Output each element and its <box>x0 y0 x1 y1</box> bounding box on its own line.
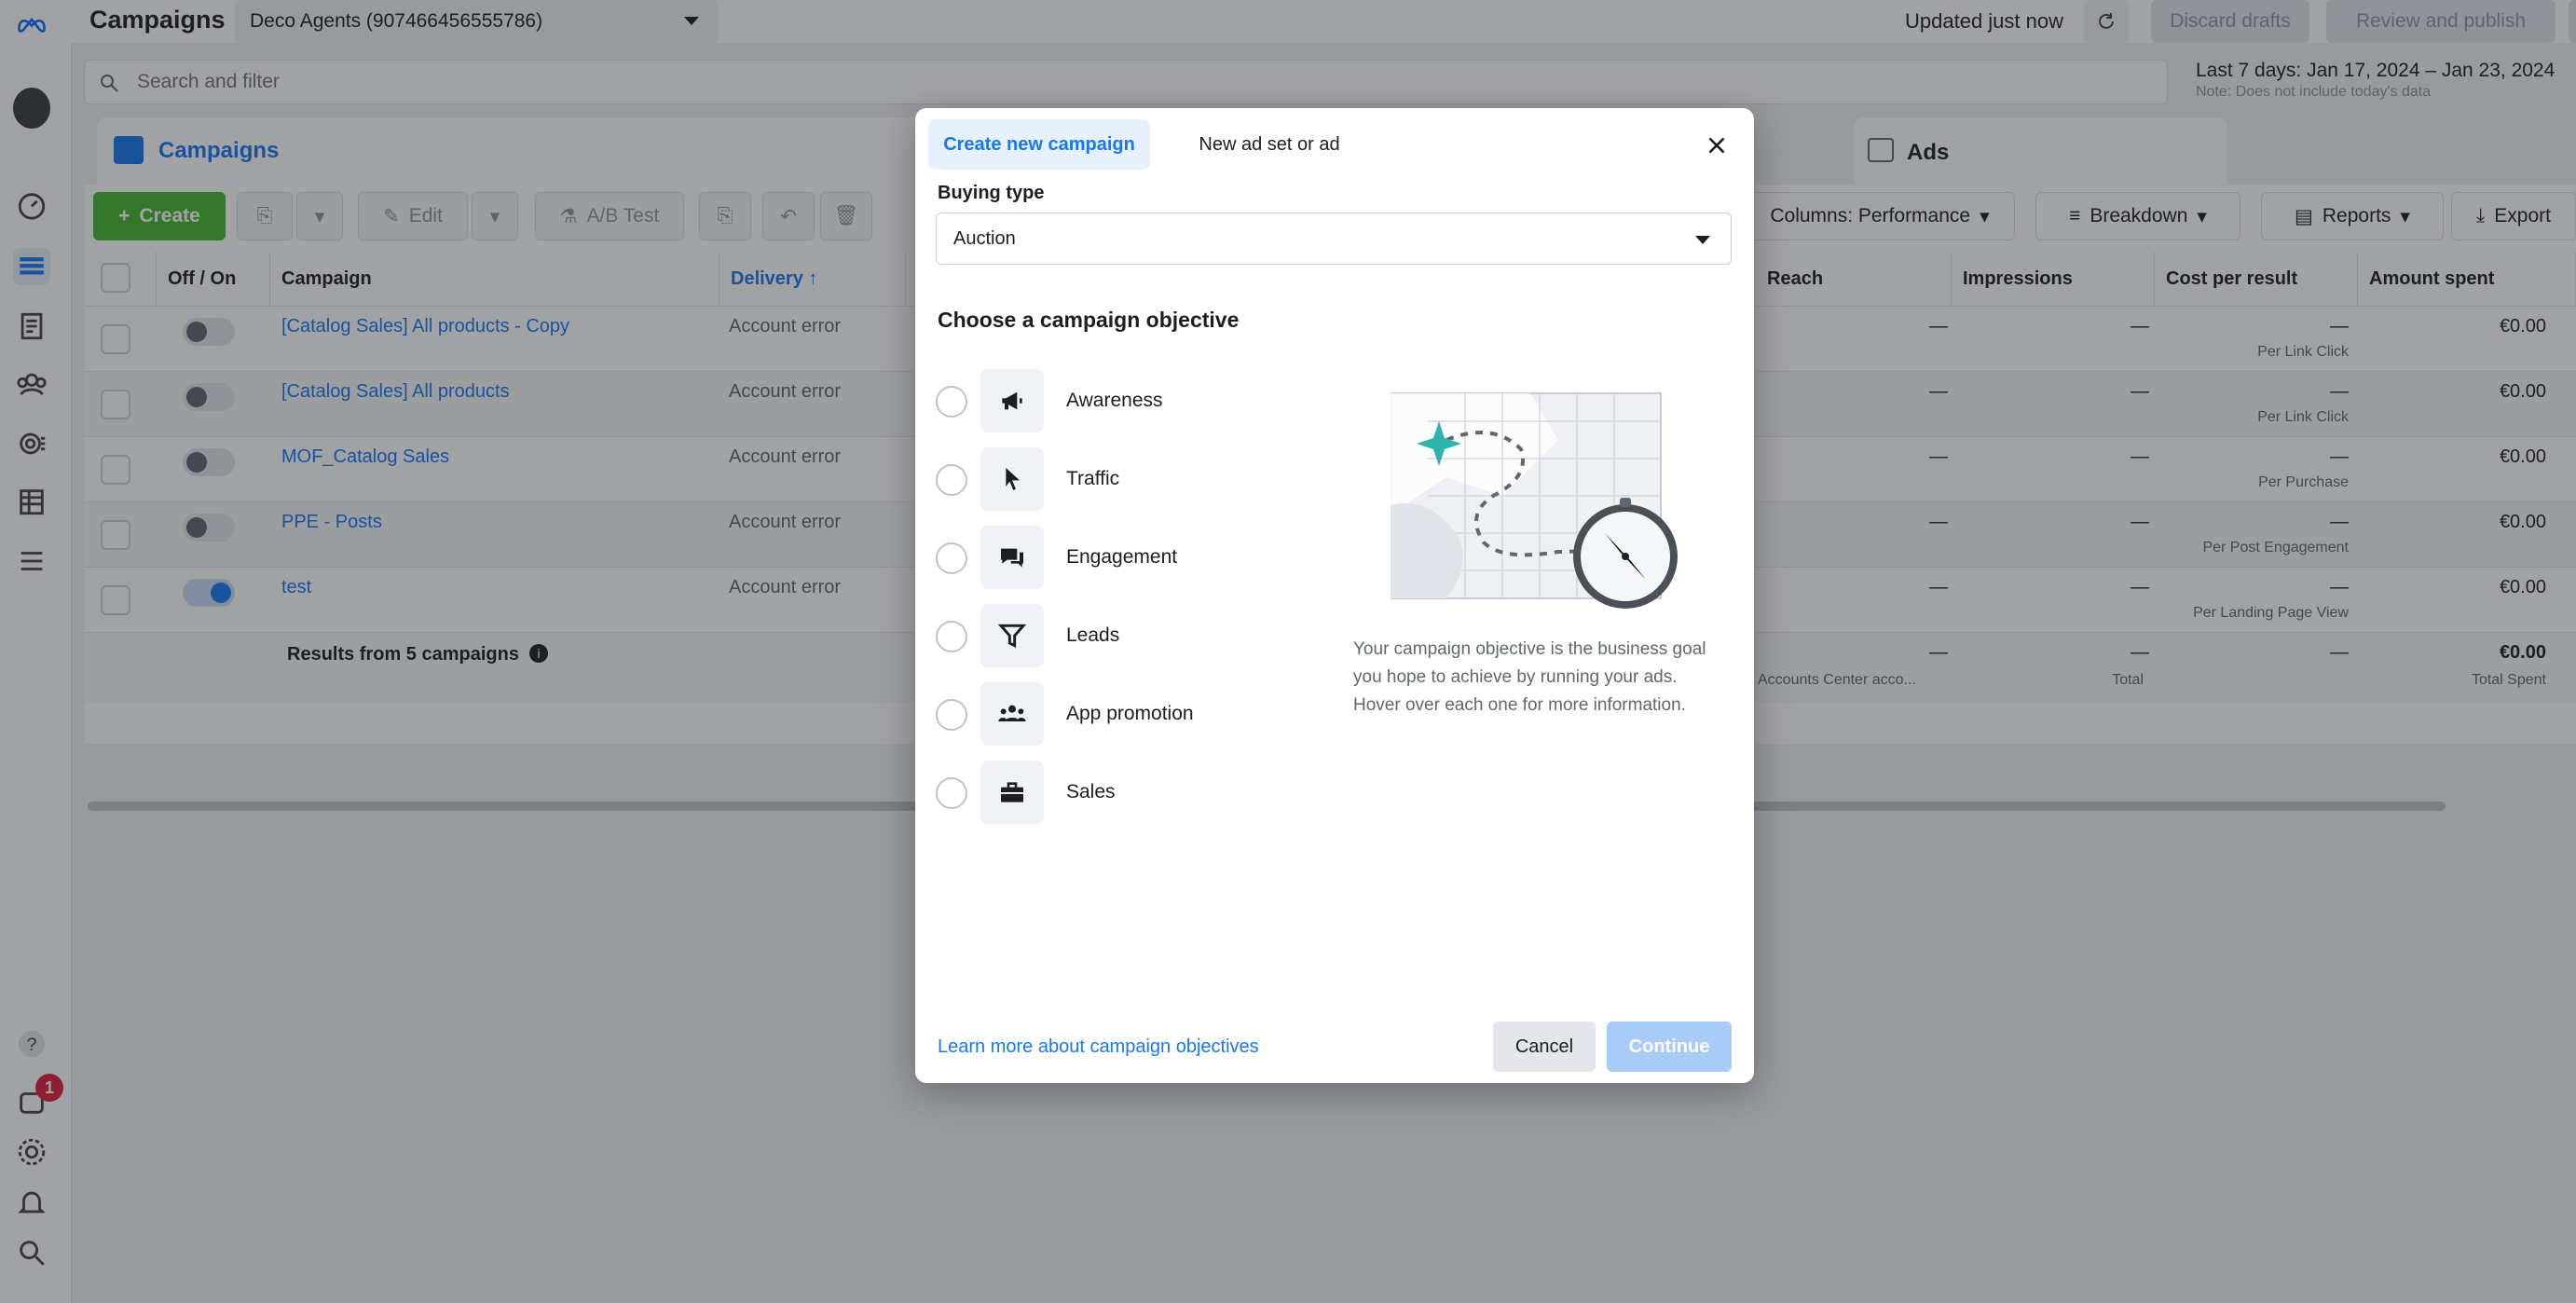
buying-type-select[interactable]: Auction <box>936 213 1732 265</box>
objective-option-awareness[interactable]: Awareness <box>936 369 1327 434</box>
objective-label: App promotion <box>1066 703 1194 724</box>
funnel-icon <box>980 604 1044 667</box>
buying-type-label: Buying type <box>938 183 1045 203</box>
objective-label: Leads <box>1066 624 1120 646</box>
objective-label: Engagement <box>1066 546 1178 568</box>
objective-option-app-promotion[interactable]: App promotion <box>936 682 1327 748</box>
objective-radio[interactable] <box>936 777 967 809</box>
objective-option-leads[interactable]: Leads <box>936 604 1327 669</box>
people-icon <box>980 682 1044 746</box>
megaphone-icon <box>980 369 1044 432</box>
buying-type-value: Auction <box>953 227 1016 249</box>
objective-radio[interactable] <box>936 386 967 418</box>
objective-label: Sales <box>1066 781 1116 802</box>
chat-bubbles-icon <box>980 526 1044 589</box>
objective-radio[interactable] <box>936 542 967 574</box>
learn-more-link[interactable]: Learn more about campaign objectives <box>938 1036 1259 1058</box>
objective-radio[interactable] <box>936 699 967 731</box>
objective-heading: Choose a campaign objective <box>938 308 1240 332</box>
objective-label: Awareness <box>1066 390 1163 411</box>
close-icon <box>1708 137 1725 154</box>
tab-new-ad-set-or-ad[interactable]: New ad set or ad <box>1167 119 1372 170</box>
objective-option-sales[interactable]: Sales <box>936 761 1327 826</box>
close-button[interactable] <box>1698 127 1735 164</box>
objective-option-engagement[interactable]: Engagement <box>936 526 1327 591</box>
objective-label: Traffic <box>1066 468 1120 489</box>
objective-radio[interactable] <box>936 464 967 496</box>
cursor-icon <box>980 447 1044 511</box>
tab-create-new-campaign[interactable]: Create new campaign <box>928 119 1150 170</box>
map-compass-illustration <box>1390 384 1689 626</box>
briefcase-icon <box>980 761 1044 824</box>
chevron-down-icon <box>1695 236 1710 244</box>
continue-button[interactable]: Continue <box>1607 1022 1732 1072</box>
cancel-button[interactable]: Cancel <box>1493 1022 1596 1072</box>
objective-radio[interactable] <box>936 621 967 652</box>
create-campaign-dialog: Create new campaign New ad set or ad Buy… <box>915 108 1754 1083</box>
objective-description: Your campaign objective is the business … <box>1353 639 1706 715</box>
objective-option-traffic[interactable]: Traffic <box>936 447 1327 513</box>
